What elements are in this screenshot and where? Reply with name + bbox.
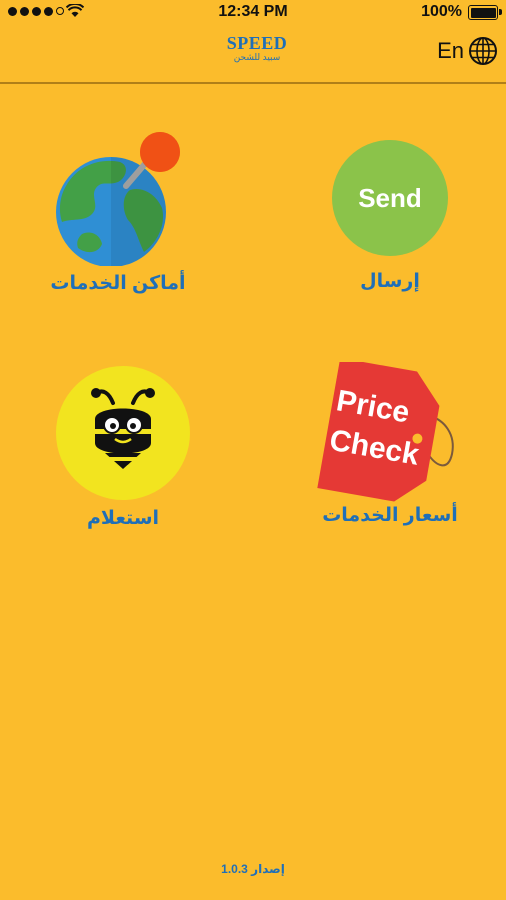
bee-icon [56, 366, 190, 500]
globe-pin-icon [56, 132, 180, 266]
tile-send[interactable]: Send إرسال [310, 140, 470, 293]
app-logo: SPEED سبيد للشحن [222, 34, 292, 62]
send-icon: Send [332, 140, 448, 256]
price-tag-icon: Price Check [317, 362, 454, 502]
tile-inquiry[interactable]: استعلام [43, 365, 203, 530]
app-version: إصدار 1.0.3 [221, 862, 285, 876]
tile-label: أسعار الخدمات [322, 505, 458, 526]
language-switch[interactable]: En [437, 36, 498, 66]
status-bar: 12:34 PM 100% [0, 0, 506, 26]
app-header: SPEED سبيد للشحن En [0, 26, 506, 84]
send-icon-text: Send [358, 182, 422, 213]
tile-label: استعلام [86, 508, 160, 529]
tile-service-locations[interactable]: أماكن الخدمات [38, 130, 198, 295]
logo-subtext: سبيد للشحن [233, 52, 281, 62]
tile-label: أماكن الخدمات [50, 273, 186, 294]
logo-text: SPEED [226, 33, 288, 53]
tile-label: إرسال [360, 271, 420, 292]
battery-icon [468, 5, 502, 20]
battery-percent: 100% [421, 3, 462, 20]
globe-icon [469, 37, 497, 65]
language-label: En [437, 38, 464, 63]
tile-service-prices[interactable]: Price Check أسعار الخدمات [310, 362, 470, 527]
